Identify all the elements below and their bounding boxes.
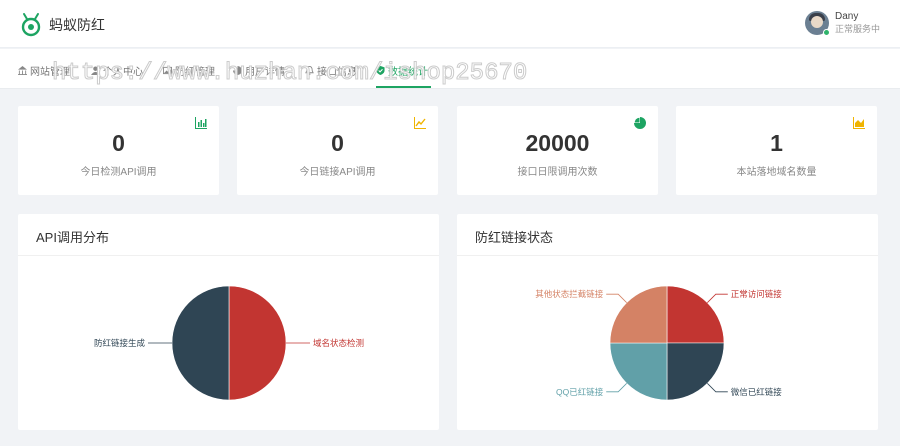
bank-icon: [18, 66, 27, 75]
panel-link-status: 防红链接状态 正常访问链接 微信已红链接 QQ已红链接 其他状态拦截链接: [457, 214, 878, 430]
label-leader-line: [707, 383, 728, 393]
user-status: 正常服务中: [834, 24, 880, 34]
area-chart-icon: [853, 117, 865, 129]
stat-card-domain-count: 1 本站落地域名数量: [676, 106, 877, 195]
stat-card-check-api: 0 今日检测API调用: [18, 106, 219, 195]
link-status-pie-chart: 正常访问链接微信已红链接 QQ已红链接 其他状态拦截链接: [535, 285, 783, 401]
top-bar: 蚂蚁防红 Dany 正常服务中: [0, 0, 900, 48]
stat-card-link-api: 0 今日链接API调用: [237, 106, 438, 195]
stat-label: 今日链接API调用: [299, 167, 376, 178]
line-chart-icon: [414, 117, 426, 129]
bar-chart-icon: [195, 117, 207, 129]
stat-label: 本站落地域名数量: [736, 167, 817, 178]
slice-label: 正常访问链接: [731, 289, 783, 299]
stat-value: 20000: [525, 130, 590, 156]
stat-value: 1: [770, 130, 783, 156]
ant-logo-icon[interactable]: [20, 11, 42, 37]
label-leader-line: [606, 293, 627, 303]
api-distribution-pie-chart: 域名状态检测 防红链接生成: [94, 285, 364, 401]
stat-label: 接口日限调用次数: [517, 167, 598, 178]
label-leader-line: [606, 383, 627, 393]
pie-slice[interactable]: [171, 285, 230, 401]
online-status-dot: [822, 29, 830, 36]
slice-label: QQ已红链接: [556, 387, 604, 397]
pie-chart-icon: [634, 117, 646, 129]
slice-label: 微信已红链接: [731, 387, 783, 397]
brand-name[interactable]: 蚂蚁防红: [49, 15, 105, 35]
stat-card-daily-limit: 20000 接口日限调用次数: [457, 106, 658, 195]
stat-label: 今日检测API调用: [80, 167, 157, 178]
panel-api-distribution: API调用分布 域名状态检测 防红链接生成: [18, 214, 439, 430]
watermark-text: https://www.huzhan.com/ishop25670: [51, 60, 528, 88]
label-leader-line: [707, 293, 728, 303]
slice-label: 防红链接生成: [94, 338, 146, 348]
pie-slice[interactable]: [228, 285, 287, 401]
slice-label: 其他状态拦截链接: [535, 289, 604, 299]
stat-value: 0: [331, 130, 344, 156]
stat-value: 0: [112, 130, 125, 156]
user-name: Dany: [834, 11, 859, 22]
user-menu[interactable]: Dany 正常服务中: [804, 11, 880, 39]
slice-label: 域名状态检测: [313, 338, 364, 348]
